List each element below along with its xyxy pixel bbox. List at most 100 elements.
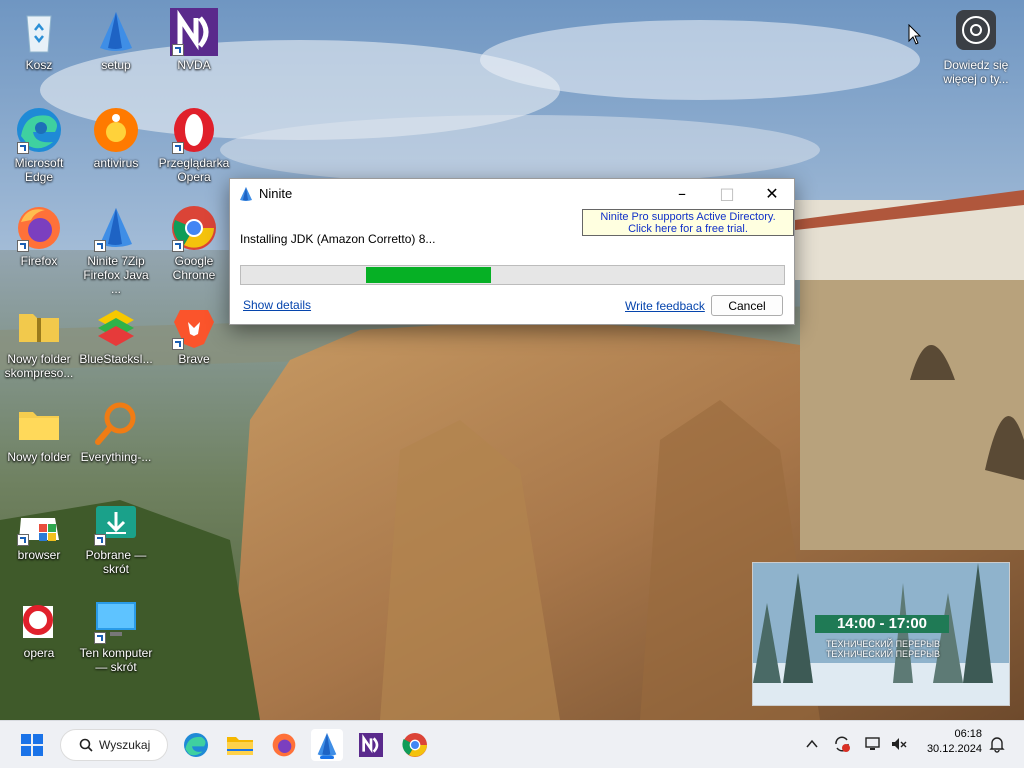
ninite-app-icon [240, 187, 252, 201]
search-placeholder: Wyszukaj [99, 738, 151, 752]
brave-icon [170, 302, 218, 350]
active-indicator [320, 756, 334, 759]
desktop-icon-opera-browser[interactable]: Przeglądarka Opera [157, 102, 231, 192]
desktop-icon-everything[interactable]: Everything-... [79, 396, 153, 486]
desktop-icon-edge[interactable]: Microsoft Edge [2, 102, 76, 192]
desktop-icon-browser[interactable]: browser [2, 494, 76, 584]
cancel-button[interactable]: Cancel [711, 295, 783, 316]
browser-icon [15, 498, 63, 546]
desktop-icon-antivirus[interactable]: antivirus [79, 102, 153, 192]
window-title: Ninite [259, 186, 293, 201]
icon-label: Microsoft Edge [14, 156, 64, 184]
ninite-icon [92, 204, 140, 252]
sync-alert-icon[interactable] [833, 735, 851, 753]
desktop-icon-opera-file[interactable]: opera [2, 592, 76, 682]
mouse-cursor-icon [908, 24, 922, 45]
taskbar-chrome[interactable] [399, 729, 431, 761]
computer-icon [92, 596, 140, 644]
edge-icon [184, 733, 208, 757]
taskbar-edge[interactable] [180, 729, 212, 761]
desktop-icon-this-pc[interactable]: Ten komputer — skrót [79, 592, 153, 682]
write-feedback-link[interactable]: Write feedback [625, 299, 705, 313]
ninite-setup-icon [92, 8, 140, 56]
show-hidden-icons-chevron-icon[interactable] [803, 735, 821, 753]
icon-label: Ninite 7Zip Firefox Java ... [83, 254, 149, 296]
taskbar-firefox[interactable] [268, 729, 300, 761]
icon-label: Nowy folder skompreso... [4, 352, 74, 380]
notification-bell-icon[interactable] [988, 735, 1006, 753]
maximize-button[interactable]: □ [704, 179, 750, 209]
install-status-text: Installing JDK (Amazon Corretto) 8... [240, 232, 436, 246]
desktop-icon-recycle-bin[interactable]: Kosz [2, 4, 76, 94]
pro-trial-banner[interactable]: Ninite Pro supports Active Directory. Cl… [582, 209, 794, 236]
progress-fill [366, 267, 491, 283]
winter-forest-image [753, 563, 1009, 705]
start-button[interactable] [16, 729, 48, 761]
break-caption: ТЕХНИЧЕСКИЙ ПЕРЕРЫВ ТЕХНИЧЕСКИЙ ПЕРЕРЫВ [793, 639, 973, 659]
learn-more-widget[interactable]: Dowiedz się więcej o ty... [938, 10, 1014, 86]
folder-icon [227, 737, 253, 755]
opera-icon [170, 106, 218, 154]
icon-label: setup [101, 58, 131, 72]
taskbar-file-explorer[interactable] [224, 729, 256, 761]
caption-line-1: ТЕХНИЧЕСКИЙ ПЕРЕРЫВ [825, 639, 941, 649]
chrome-icon [170, 204, 218, 252]
desktop-icon-downloads[interactable]: Pobrane — skrót [79, 494, 153, 584]
edge-icon [15, 106, 63, 154]
chrome-icon [402, 733, 427, 757]
camera-lens-icon [956, 10, 996, 50]
icon-label: Brave [178, 352, 210, 366]
desktop-icon-nvda[interactable]: NVDA [157, 4, 231, 94]
close-button[interactable]: ✕ [749, 179, 795, 209]
icon-label: Pobrane — skrót [85, 548, 147, 576]
icon-label: browser [17, 548, 61, 562]
desktop-icon-new-folder[interactable]: Nowy folder [2, 396, 76, 486]
install-progress-bar [240, 265, 785, 285]
learn-more-label: Dowiedz się więcej o ty... [943, 58, 1009, 86]
zip-folder-icon [15, 302, 63, 350]
minimize-button[interactable]: – [659, 179, 705, 209]
magnifier-icon [92, 400, 140, 448]
windows-logo-icon [21, 734, 43, 756]
nvda-icon [170, 8, 218, 56]
break-time-label: 14:00 - 17:00 [815, 615, 949, 633]
folder-icon [15, 400, 63, 448]
desktop-icon-firefox[interactable]: Firefox [2, 200, 76, 290]
antivirus-icon [92, 106, 140, 154]
caption-line-2: ТЕХНИЧЕСКИЙ ПЕРЕРЫВ [825, 649, 941, 659]
promo-line-1: Ninite Pro supports Active Directory. [600, 211, 776, 223]
clock-date: 30.12.2024 [926, 743, 982, 755]
show-details-link[interactable]: Show details [243, 298, 311, 312]
taskbar-search-box[interactable]: Wyszukaj [60, 729, 168, 761]
taskbar-nvda[interactable] [355, 729, 387, 761]
desktop-icon-ninite[interactable]: Ninite 7Zip Firefox Java ... [79, 200, 153, 296]
desktop-icon-setup[interactable]: setup [79, 4, 153, 94]
opera-file-icon [15, 596, 63, 644]
system-clock[interactable]: 06:18 30.12.2024 [914, 727, 982, 757]
icon-label: opera [23, 646, 55, 660]
taskbar: Wyszukaj 06:18 30.12.2024 [0, 720, 1024, 768]
icon-label: BlueStacksI... [79, 352, 153, 366]
desktop-icon-brave[interactable]: Brave [157, 298, 231, 388]
nvda-icon [359, 733, 383, 757]
search-icon [79, 738, 93, 752]
desktop-icon-compressed-folder[interactable]: Nowy folder skompreso... [2, 298, 76, 388]
recycle-bin-icon [15, 8, 63, 56]
ninite-installer-window: Ninite – □ ✕ Ninite Pro supports Active … [229, 178, 795, 325]
stream-preview-widget[interactable]: 14:00 - 17:00 ТЕХНИЧЕСКИЙ ПЕРЕРЫВ ТЕХНИЧ… [752, 562, 1010, 706]
icon-label: Nowy folder [7, 450, 71, 464]
promo-line-2: Click here for a free trial. [628, 223, 748, 235]
taskbar-ninite[interactable] [311, 729, 343, 761]
icon-label: Ten komputer — skrót [79, 646, 153, 674]
icon-label: Kosz [25, 58, 53, 72]
window-titlebar[interactable]: Ninite – □ ✕ [230, 179, 794, 210]
icon-label: antivirus [93, 156, 139, 170]
network-icon[interactable] [864, 735, 882, 753]
desktop-icon-bluestacks[interactable]: BlueStacksI... [79, 298, 153, 388]
desktop-icon-chrome[interactable]: Google Chrome [157, 200, 231, 290]
clock-time: 06:18 [954, 728, 982, 740]
window-content: Ninite Pro supports Active Directory. Cl… [230, 209, 794, 324]
firefox-icon [272, 733, 296, 757]
speaker-muted-icon[interactable] [890, 735, 908, 753]
icon-label: Everything-... [80, 450, 152, 464]
